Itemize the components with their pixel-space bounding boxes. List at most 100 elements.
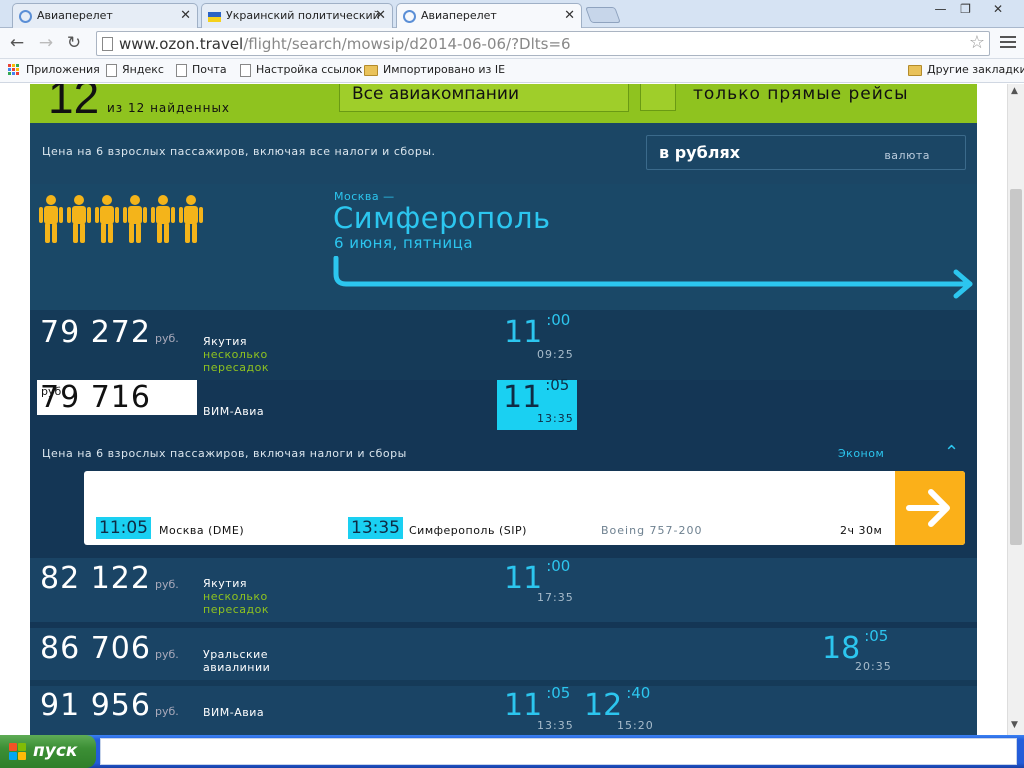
departure-minute: :00 [546,557,571,575]
close-icon[interactable]: ✕ [180,8,191,23]
tab-ukrainian-political[interactable]: Украинский политический ✕ [201,3,393,28]
passenger-icons [38,194,206,248]
currency-select[interactable]: в рублях валюта [646,135,966,170]
price-info-bar: Цена на 6 взрослых пассажиров, включая в… [30,123,977,184]
new-tab-button[interactable] [585,7,621,23]
airline-name: ВИМ-Авиа [203,706,265,719]
url-path: /flight/search/mowsip/d2014-06-06/?Dlts=… [243,35,571,53]
price-currency: руб. [154,332,179,345]
arrival-time: 09:25 [537,348,574,361]
page-icon [176,64,187,77]
route-arrow-icon [333,256,973,299]
bookmark-yandex[interactable]: Яндекс [106,63,164,77]
bookmark-label: Настройка ссылок [256,63,363,76]
route-date: 6 июня, пятница [334,234,474,252]
close-icon[interactable]: ✕ [564,8,575,23]
price-note: Цена на 6 взрослых пассажиров, включая в… [42,145,436,158]
departure-time: 11:05 [503,376,569,415]
scroll-down-icon[interactable]: ▼ [1011,720,1019,730]
service-class: Эконом [838,447,885,460]
aircraft-model: Boeing 757-200 [601,524,703,537]
bookmark-other[interactable]: Другие закладки [908,63,1024,76]
tab-aviaperelet-1[interactable]: Авиаперелет ✕ [12,3,198,28]
direct-flights-label: только прямые рейсы [693,84,909,104]
airline-name: Якутия [203,577,247,590]
passenger-icon [123,195,147,243]
segment-arrival-time: 13:35 [348,517,403,539]
filter-bar: 12 из 12 найденных Все авиакомпании толь… [30,84,977,123]
scroll-up-icon[interactable]: ▲ [1011,86,1019,96]
direct-flights-checkbox[interactable] [640,84,676,111]
windows-logo-icon [9,743,27,761]
arrival-time: 13:35 [537,412,574,425]
flight-airline: Якутия несколько пересадок [203,577,283,616]
segment-arrival-airport: Симферополь (SIP) [409,524,527,537]
maximize-button[interactable]: ❐ [953,1,978,18]
currency-value: в рублях [659,143,741,162]
segment-departure-airport: Москва (DME) [159,524,245,537]
start-button[interactable]: пуск [0,735,96,768]
close-icon[interactable]: ✕ [375,8,386,23]
tab-title: Авиаперелет [421,9,497,22]
price-value: 79 272 [40,315,151,350]
arrival-time: 20:35 [855,660,892,673]
bookmark-imported-ie[interactable]: Импортировано из IE [364,63,505,76]
passenger-icon [67,195,91,243]
departure-hour: 11 [504,688,543,723]
back-arrow-icon[interactable]: ← [6,32,28,54]
ukraine-flag-icon [208,10,221,23]
departure-minute: :05 [864,627,889,645]
flight-airline: ВИМ-Авиа [203,405,264,418]
bookmark-star-icon[interactable]: ☆ [969,32,985,53]
flight-airline: ВИМ-Авиа [203,706,264,719]
flight-price: 91 956 руб. [40,688,179,723]
airline-filter-select[interactable]: Все авиакомпании [339,84,629,112]
flight-price: 82 122 руб. [40,561,179,596]
collapse-chevron-up-icon[interactable]: ⌃ [944,442,959,463]
flight-price: 86 706 руб. [40,631,179,666]
bookmark-label: Яндекс [122,63,164,76]
tab-title: Украинский политический [226,9,380,22]
flight-airline: Якутия несколько пересадок [203,335,283,374]
forward-arrow-icon[interactable]: → [35,32,57,54]
flight-row[interactable]: 86 706 руб. Уральские авиалинии 18:05 20:3… [30,627,977,680]
segment-departure-time: 11:05 [96,517,151,539]
scrollbar-thumb[interactable] [1010,189,1022,545]
page-icon [240,64,251,77]
bookmark-mail[interactable]: Почта [176,63,227,77]
found-text: из 12 найденных [107,101,231,115]
bookmark-label: Импортировано из IE [383,63,506,76]
departure-hour: 11 [503,380,542,415]
select-flight-button[interactable] [895,471,965,545]
departure-minute: :00 [546,311,571,329]
reload-icon[interactable]: ↻ [63,32,85,54]
tab-strip: Авиаперелет ✕ Украинский политический ✕ … [0,0,1024,28]
flight-row[interactable]: 79 272 руб. Якутия несколько пересадок 11:… [30,310,977,380]
bookmark-settings-links[interactable]: Настройка ссылок [240,63,363,77]
page-icon [106,64,117,77]
transfers-note: несколько пересадок [203,348,269,374]
flight-row[interactable]: 91 956 руб. ВИМ-Авиа 11:05 13:35 12:40 15… [30,684,977,735]
minimize-button[interactable]: — [928,1,953,18]
route-to: Симферополь [333,201,551,235]
flight-row[interactable]: 82 122 руб. Якутия несколько пересадок 11:… [30,557,977,622]
address-bar[interactable]: www.ozon.travel/flight/search/mowsip/d20… [96,31,990,56]
flight-airline: Уральские авиалинии [203,648,270,674]
departure-time-2: 12:40 [584,684,650,723]
bookmark-apps[interactable]: Приложения [10,63,100,76]
price-value: 79 716 [40,380,151,415]
flight-duration: 2ч 30м [840,524,883,537]
bookmarks-bar: Приложения Яндекс Почта Настройка ссылок… [0,59,1024,83]
flight-segment-card: 11:05 Москва (DME) 13:35 Симферополь (SI… [84,471,965,545]
page-scrollbar[interactable]: ▲ ▼ [1007,84,1024,735]
arrival-time: 17:35 [537,591,574,604]
taskbar: пуск [0,735,1024,768]
tab-aviaperelet-active[interactable]: Авиаперелет ✕ [396,3,582,28]
passenger-icon [39,195,63,243]
departure-time: 11:00 [504,311,570,350]
page-icon [102,37,113,51]
airline-name-line2: авиалинии [203,661,271,674]
window-close-button[interactable]: ✕ [978,1,1018,18]
passenger-icon [179,195,203,243]
menu-icon[interactable] [1000,33,1016,49]
